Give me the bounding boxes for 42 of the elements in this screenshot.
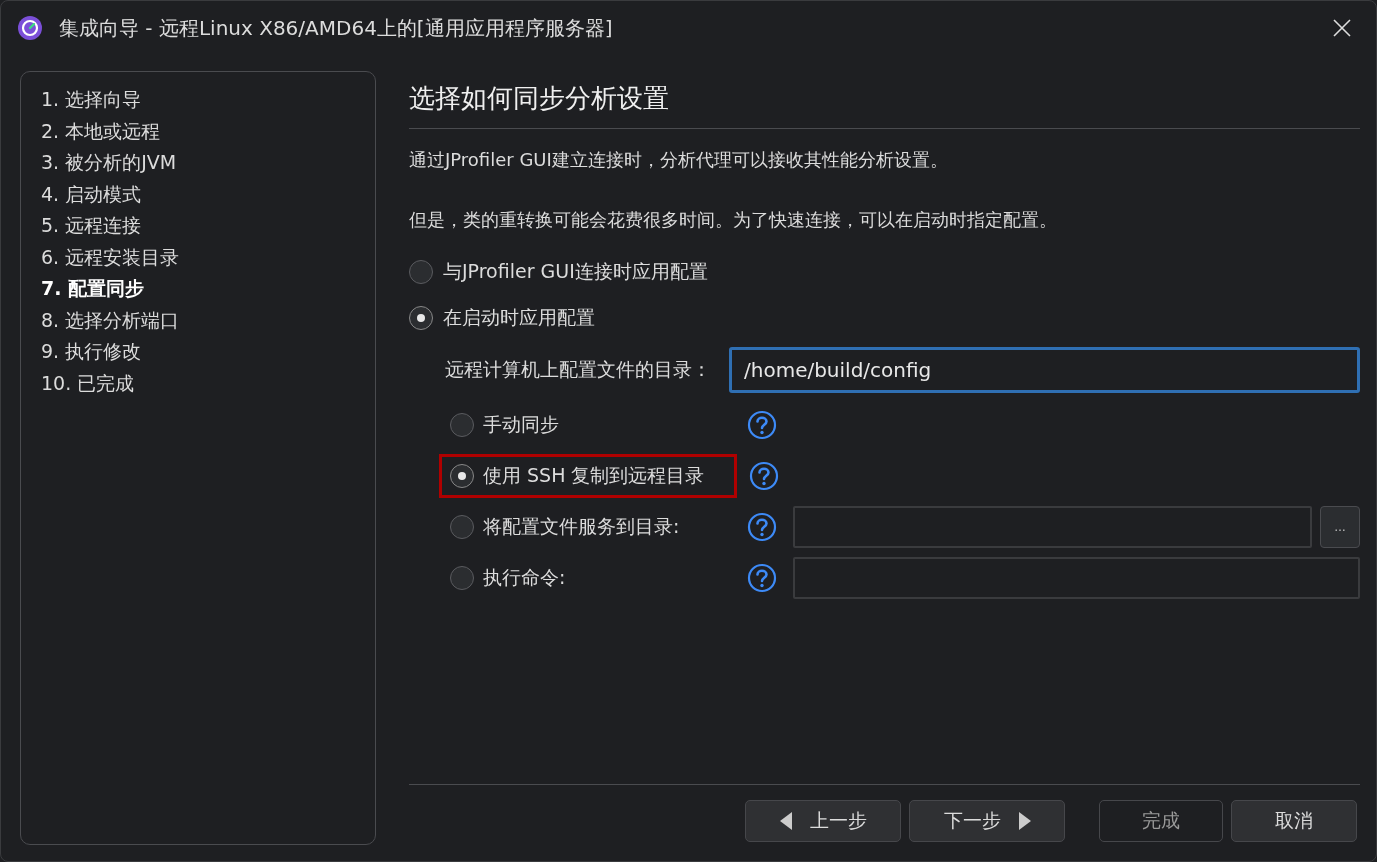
option-label: 手动同步	[483, 411, 559, 437]
next-button[interactable]: 下一步	[909, 800, 1065, 842]
radio-button[interactable]	[450, 565, 474, 590]
close-icon[interactable]	[1332, 18, 1352, 38]
help-icon[interactable]	[749, 460, 779, 491]
help-icon[interactable]	[747, 511, 777, 542]
directory-field[interactable]	[793, 505, 1312, 548]
page-heading: 选择如何同步分析设置	[409, 82, 670, 115]
option-label: 在启动时应用配置	[443, 305, 595, 330]
radio-button[interactable]	[450, 412, 474, 437]
option-label: 与JProfiler GUI连接时应用配置	[443, 259, 708, 284]
help-icon[interactable]	[747, 409, 777, 440]
step-item: 5. 远程连接	[41, 213, 143, 238]
field-label: 远程计算机上配置文件的目录：	[445, 357, 711, 382]
step-item: 10. 已完成	[41, 370, 136, 396]
help-icon[interactable]	[747, 562, 777, 593]
left-triangle-icon	[779, 812, 792, 830]
right-triangle-icon	[1018, 812, 1031, 830]
radio-button[interactable]	[409, 260, 433, 284]
browse-button[interactable]: …	[1320, 505, 1360, 548]
gauge-icon	[17, 15, 43, 41]
step-item: 4. 启动模式	[41, 181, 143, 207]
step-item: 3. 被分析的JVM	[41, 150, 178, 175]
radio-button[interactable]	[450, 463, 474, 488]
step-item: 6. 远程安装目录	[41, 244, 181, 270]
command-field[interactable]	[793, 556, 1360, 599]
description-text: 通过JProfiler GUI建立连接时，分析代理可以接收其性能分析设置。	[409, 148, 949, 172]
step-item: 7. 配置同步	[41, 276, 146, 301]
option-label: 使用 SSH 复制到远程目录	[483, 462, 705, 488]
window-title: 集成向导 - 远程Linux X86/AMD64上的[通用应用程序服务器]	[59, 14, 614, 42]
description-text: 但是，类的重转换可能会花费很多时间。为了快速连接，可以在启动时指定配置。	[409, 208, 1058, 232]
step-item: 1. 选择向导	[41, 87, 143, 112]
step-item: 2. 本地或远程	[41, 118, 162, 144]
directory-field[interactable]: /home/build/config	[729, 347, 1360, 393]
radio-button[interactable]	[409, 306, 433, 330]
step-item: 9. 执行修改	[41, 339, 143, 364]
back-button[interactable]: 上一步	[745, 800, 901, 842]
dialog-button[interactable]: 取消	[1231, 800, 1357, 842]
option-label: 将配置文件服务到目录:	[483, 513, 680, 539]
radio-button[interactable]	[450, 514, 474, 539]
option-label: 执行命令:	[483, 564, 566, 590]
step-item: 8. 选择分析端口	[41, 307, 181, 333]
